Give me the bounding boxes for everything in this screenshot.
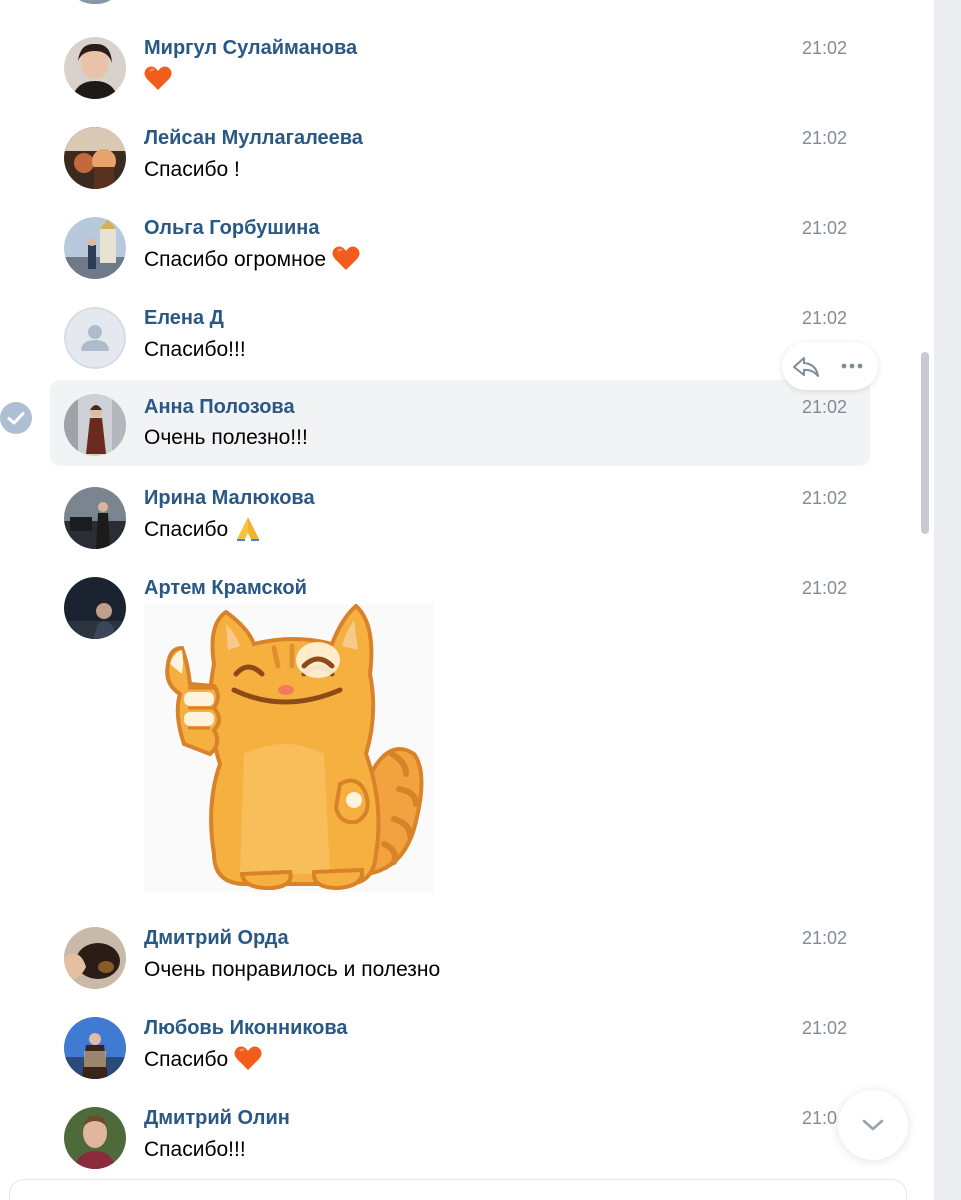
avatar[interactable] bbox=[64, 217, 126, 279]
message-item[interactable]: Ольга Горбушина 21:02 Спасибо огромное bbox=[50, 208, 870, 294]
message-item[interactable]: Миргул Сулайманова 21:02 bbox=[50, 28, 870, 114]
message-time: 21:02 bbox=[802, 488, 848, 508]
sender-name[interactable]: Ирина Малюкова bbox=[144, 487, 315, 510]
avatar[interactable] bbox=[64, 37, 126, 99]
reply-icon bbox=[793, 357, 819, 377]
message-item[interactable]: Дмитрий Орда 21:02 Очень понравилось и п… bbox=[50, 918, 870, 1004]
message-time: 21:02 bbox=[802, 218, 848, 238]
avatar[interactable] bbox=[64, 127, 126, 189]
more-button[interactable] bbox=[836, 350, 868, 382]
orange-heart-icon bbox=[234, 1046, 262, 1071]
message-composer[interactable] bbox=[10, 1180, 906, 1200]
more-icon bbox=[841, 363, 863, 369]
message-item-selected[interactable]: Анна Полозова 21:02 Очень полезно!!! bbox=[50, 380, 870, 466]
previous-message-cutoff bbox=[60, 0, 620, 4]
avatar[interactable] bbox=[64, 577, 126, 639]
message-actions bbox=[782, 342, 878, 390]
scroll-down-button[interactable] bbox=[838, 1090, 908, 1160]
sender-name[interactable]: Лейсан Муллагалеева bbox=[144, 127, 363, 150]
avatar[interactable] bbox=[64, 487, 126, 549]
message-text: Очень понравилось и полезно bbox=[144, 958, 441, 981]
avatar[interactable] bbox=[64, 927, 126, 989]
reply-button[interactable] bbox=[790, 350, 822, 382]
message-text: Спасибо!!! bbox=[144, 338, 246, 361]
message-time: 21:0 bbox=[802, 1108, 838, 1128]
sender-name[interactable]: Елена Д bbox=[144, 307, 224, 330]
message-text bbox=[144, 66, 172, 92]
sender-name[interactable]: Любовь Иконникова bbox=[144, 1017, 347, 1040]
message-text: Спасибо bbox=[144, 1046, 262, 1072]
message-time: 21:02 bbox=[802, 397, 848, 417]
message-time: 21:02 bbox=[802, 578, 848, 598]
message-text: Спасибо огромное bbox=[144, 246, 360, 272]
message-time: 21:02 bbox=[802, 128, 848, 148]
message-text: Очень полезно!!! bbox=[144, 426, 308, 449]
message-time: 21:02 bbox=[802, 928, 848, 948]
avatar[interactable] bbox=[64, 307, 126, 369]
message-text: Спасибо ! bbox=[144, 158, 240, 181]
message-time: 21:02 bbox=[802, 38, 848, 58]
sender-name[interactable]: Анна Полозова bbox=[144, 396, 295, 419]
chevron-down-icon bbox=[862, 1119, 884, 1131]
message-item[interactable]: Ирина Малюкова 21:02 Спасибо bbox=[50, 478, 870, 564]
orange-heart-icon bbox=[332, 246, 360, 271]
orange-heart-icon bbox=[144, 66, 172, 91]
avatar[interactable] bbox=[64, 1017, 126, 1079]
message-text: Спасибо bbox=[144, 517, 262, 542]
check-icon bbox=[7, 412, 25, 425]
message-text: Спасибо!!! bbox=[144, 1138, 246, 1161]
avatar bbox=[64, 0, 126, 4]
message-time: 21:02 bbox=[802, 1018, 848, 1038]
message-item[interactable]: Елена Д 21:02 Спасибо!!! bbox=[50, 298, 870, 380]
avatar[interactable] bbox=[64, 1107, 126, 1169]
scrollbar[interactable] bbox=[921, 352, 929, 534]
avatar[interactable] bbox=[64, 394, 126, 456]
message-item[interactable]: Любовь Иконникова 21:02 Спасибо bbox=[50, 1008, 870, 1094]
sender-name[interactable]: Дмитрий Олин bbox=[144, 1107, 290, 1130]
sender-name[interactable]: Дмитрий Орда bbox=[144, 927, 289, 950]
cat-thumbs-up-sticker[interactable] bbox=[144, 603, 434, 892]
message-time: 21:02 bbox=[802, 308, 848, 328]
sender-name[interactable]: Ольга Горбушина bbox=[144, 217, 319, 240]
sender-name[interactable]: Миргул Сулайманова bbox=[144, 37, 357, 60]
chat-window: Миргул Сулайманова 21:02 Лейсан Муллагал… bbox=[0, 0, 961, 1200]
folded-hands-icon bbox=[237, 517, 260, 542]
right-gutter bbox=[934, 0, 961, 1200]
message-item[interactable]: Лейсан Муллагалеева 21:02 Спасибо ! bbox=[50, 118, 870, 204]
message-item[interactable]: Дмитрий Олин 21:0 Спасибо!!! bbox=[50, 1098, 870, 1180]
selected-checkmark[interactable] bbox=[0, 402, 32, 434]
sender-name[interactable]: Артем Крамской bbox=[144, 577, 307, 600]
